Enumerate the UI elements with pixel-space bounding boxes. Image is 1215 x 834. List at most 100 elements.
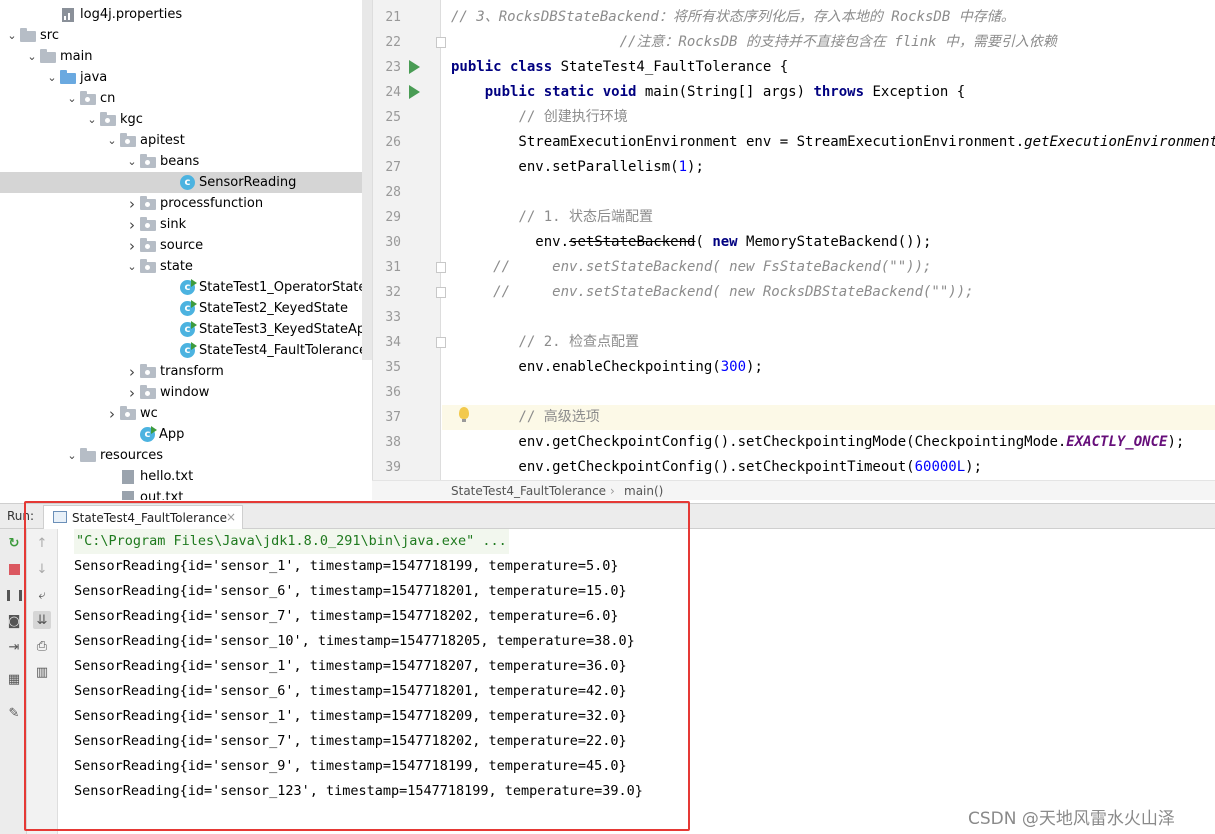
tree-item[interactable]: c App [0, 424, 362, 445]
rerun-icon[interactable]: ↻ [5, 534, 23, 552]
tree-item[interactable]: ⌄ state [0, 256, 362, 277]
code-line[interactable]: //注意：RocksDB 的支持并不直接包含在 flink 中，需要引入依赖 [451, 30, 1057, 55]
tree-item[interactable]: cStateTest3_KeyedStateApplica [0, 319, 372, 340]
soft-wrap-icon[interactable]: ⤶ [33, 586, 51, 604]
print-icon[interactable]: ⎙ [33, 637, 51, 655]
line-number[interactable]: 30 [373, 230, 401, 255]
fold-marker-icon[interactable] [436, 262, 446, 273]
line-number[interactable]: 32 [373, 280, 401, 305]
console-output[interactable]: "C:\Program Files\Java\jdk1.8.0_291\bin\… [58, 529, 1215, 834]
exit-icon[interactable]: ⇥ [5, 638, 23, 656]
line-number[interactable]: 27 [373, 155, 401, 180]
run-gutter-icon[interactable] [409, 60, 420, 74]
code-line[interactable]: StreamExecutionEnvironment env = StreamE… [451, 130, 1215, 155]
camera-icon[interactable]: ◙ [5, 612, 23, 630]
chevron-down-icon[interactable]: ⌄ [24, 50, 40, 63]
chevron-down-icon[interactable]: ⌄ [44, 71, 60, 84]
tree-item[interactable]: ⌄ java [0, 67, 362, 88]
breadcrumb-class[interactable]: StateTest4_FaultTolerance [451, 484, 606, 498]
tree-item[interactable]: c SensorReading [0, 172, 362, 193]
code-line[interactable]: // 3、RocksDBStateBackend：将所有状态序列化后，存入本地的… [451, 5, 1015, 30]
tree-item[interactable]: out.txt [0, 487, 362, 500]
line-number[interactable]: 24 [373, 80, 401, 105]
line-number[interactable]: 35 [373, 355, 401, 380]
close-icon[interactable]: × [226, 510, 236, 524]
run-tab[interactable]: StateTest4_FaultTolerance × [43, 505, 243, 529]
tree-item[interactable]: › wc [0, 403, 362, 424]
tree-item[interactable]: hello.txt [0, 466, 362, 487]
fold-marker-icon[interactable] [436, 287, 446, 298]
project-tree-scrollbar[interactable] [362, 0, 372, 360]
code-line[interactable]: env.getCheckpointConfig().setCheckpointT… [451, 455, 982, 480]
line-number[interactable]: 23 [373, 55, 401, 80]
chevron-right-icon[interactable]: › [124, 384, 140, 402]
chevron-right-icon[interactable]: › [124, 216, 140, 234]
chevron-down-icon[interactable]: ⌄ [104, 134, 120, 147]
code-line[interactable]: // 创建执行环境 [451, 105, 627, 130]
project-tree[interactable]: log4j.properties ⌄ src ⌄ main ⌄ java ⌄ cn ⌄ kgc ⌄ ap… [0, 0, 372, 500]
code-line[interactable]: // env.setStateBackend( new RocksDBState… [451, 280, 973, 305]
code-line[interactable]: env.getCheckpointConfig().setCheckpointi… [451, 430, 1184, 455]
code-editor[interactable]: 21 22 23 24 25 26 27 28 29 30 31 32 33 34 35 36 37 38 39 /… [372, 0, 1215, 480]
arrow-down-icon[interactable]: ↓ [33, 560, 51, 578]
fold-marker-icon[interactable] [436, 37, 446, 48]
chevron-down-icon[interactable]: ⌄ [4, 29, 20, 42]
pin-icon[interactable]: ✎ [5, 704, 23, 722]
chevron-down-icon[interactable]: ⌄ [124, 155, 140, 168]
line-number[interactable]: 37 [373, 405, 401, 430]
line-number[interactable]: 21 [373, 5, 401, 30]
code-line[interactable]: public static void main(String[] args) t… [451, 80, 965, 105]
code-line[interactable]: // 2. 检查点配置 [451, 330, 639, 355]
code-line[interactable]: // 高级选项 [451, 405, 599, 430]
chevron-down-icon[interactable]: ⌄ [64, 449, 80, 462]
tree-item[interactable]: c StateTest1_OperatorState [0, 277, 366, 298]
line-number[interactable]: 33 [373, 305, 401, 330]
tree-item[interactable]: › processfunction [0, 193, 362, 214]
tree-item[interactable]: ⌄ cn [0, 88, 362, 109]
line-number[interactable]: 22 [373, 30, 401, 55]
code-line[interactable]: // env.setStateBackend( new FsStateBacke… [451, 255, 931, 280]
tree-item[interactable]: › window [0, 382, 362, 403]
trash-icon[interactable]: ▥ [33, 663, 51, 681]
tree-item[interactable]: ⌄ main [0, 46, 362, 67]
chevron-down-icon[interactable]: ⌄ [64, 92, 80, 105]
tree-item[interactable]: c StateTest4_FaultTolerance [0, 340, 367, 361]
chevron-right-icon[interactable]: › [104, 405, 120, 423]
layout-icon[interactable]: ▦ [5, 670, 23, 688]
code-line[interactable]: // 1. 状态后端配置 [451, 205, 653, 230]
tree-item[interactable]: ⌄ src [0, 25, 362, 46]
chevron-right-icon[interactable]: › [124, 363, 140, 381]
arrow-up-icon[interactable]: ↑ [33, 534, 51, 552]
scroll-to-end-icon[interactable]: ⇊ [33, 611, 51, 629]
line-number[interactable]: 34 [373, 330, 401, 355]
stop-icon[interactable] [5, 560, 23, 578]
line-number[interactable]: 26 [373, 130, 401, 155]
code-line[interactable]: env.enableCheckpointing(300); [451, 355, 762, 380]
line-number[interactable]: 39 [373, 455, 401, 480]
line-number[interactable]: 38 [373, 430, 401, 455]
tree-item[interactable]: ⌄ apitest [0, 130, 362, 151]
code-line[interactable]: env.setParallelism(1); [451, 155, 703, 180]
tree-item[interactable]: ⌄ resources [0, 445, 362, 466]
chevron-right-icon[interactable]: › [124, 195, 140, 213]
code-line[interactable]: public class StateTest4_FaultTolerance { [451, 55, 788, 80]
tree-item[interactable]: › source [0, 235, 362, 256]
tree-item[interactable]: ⌄ beans [0, 151, 362, 172]
line-number[interactable]: 36 [373, 380, 401, 405]
lightbulb-icon[interactable] [459, 407, 469, 422]
breadcrumb-method[interactable]: main() [624, 484, 663, 498]
tree-item[interactable]: › transform [0, 361, 362, 382]
fold-marker-icon[interactable] [436, 337, 446, 348]
chevron-right-icon[interactable]: › [124, 237, 140, 255]
pause-icon[interactable] [5, 586, 23, 604]
code-line[interactable]: env.setStateBackend( new MemoryStateBack… [451, 230, 931, 255]
chevron-down-icon[interactable]: ⌄ [124, 260, 140, 273]
tree-item[interactable]: › sink [0, 214, 362, 235]
run-gutter-icon[interactable] [409, 85, 420, 99]
line-number[interactable]: 25 [373, 105, 401, 130]
line-number[interactable]: 28 [373, 180, 401, 205]
tree-item[interactable]: c StateTest2_KeyedState [0, 298, 362, 319]
chevron-down-icon[interactable]: ⌄ [84, 113, 100, 126]
tree-item[interactable]: log4j.properties [0, 4, 362, 25]
tree-item[interactable]: ⌄ kgc [0, 109, 362, 130]
